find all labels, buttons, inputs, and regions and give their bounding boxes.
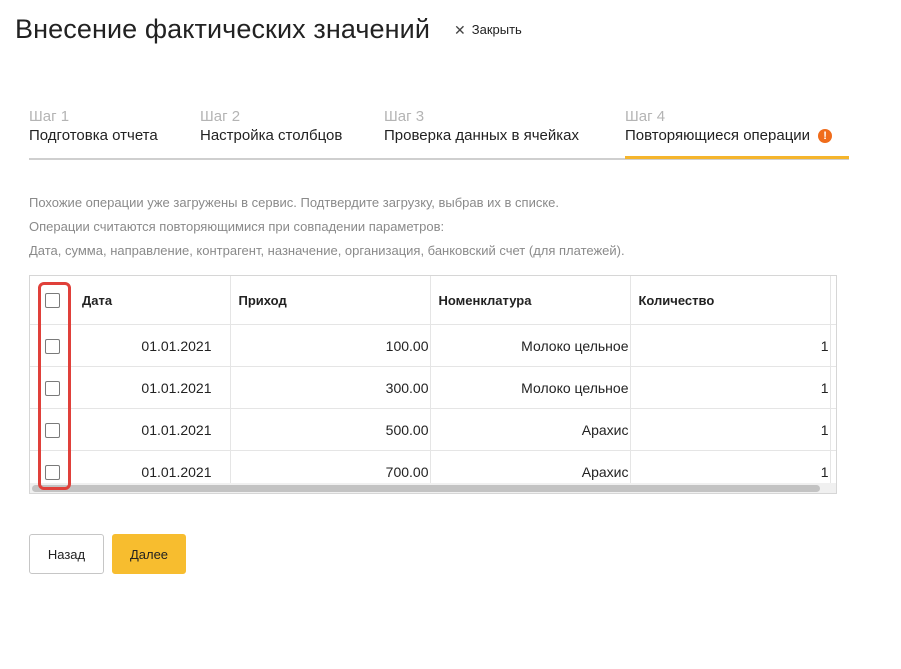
cell-item: Молоко цельное [430,366,631,409]
info-text: Похожие операции уже загружены в сервис.… [29,191,625,263]
row-checkbox-cell [30,408,74,451]
scrollbar-thumb[interactable] [32,485,820,492]
row-checkbox-cell [30,324,74,367]
step-name: Настройка столбцов [200,127,343,144]
row-checkbox[interactable] [44,380,60,396]
wizard-steps: Шаг 1 Подготовка отчета Шаг 2 Настройка … [29,108,849,160]
cell-extra [830,324,836,367]
row-checkbox[interactable] [44,422,60,438]
table-row[interactable]: 01.01.2021 500.00 Арахис 1 [30,408,836,451]
cell-date: 01.01.2021 [74,366,231,409]
step-number: Шаг 1 [29,108,70,125]
table-header-row: Дата Приход Номенклатура Количество [30,276,836,325]
step-1-tab[interactable]: Шаг 1 Подготовка отчета [29,108,158,158]
next-button[interactable]: Далее [112,534,186,574]
close-button[interactable]: ✕ Закрыть [454,22,522,37]
cell-extra [830,408,836,451]
horizontal-scrollbar[interactable] [30,483,836,493]
column-header-qty[interactable]: Количество [630,276,831,325]
close-icon: ✕ [454,21,466,38]
row-checkbox[interactable] [44,464,60,480]
cell-income: 500.00 [230,408,431,451]
warning-icon: ! [818,129,833,143]
step-4-tab[interactable]: Шаг 4 Повторяющиеся операции! [625,108,849,159]
cell-date: 01.01.2021 [74,324,231,367]
select-all-cell [30,276,74,325]
cell-income: 100.00 [230,324,431,367]
column-header-item[interactable]: Номенклатура [430,276,631,325]
step-name: Подготовка отчета [29,127,158,144]
cell-qty: 1 [630,324,831,367]
cell-item: Молоко цельное [430,324,631,367]
info-line: Операции считаются повторяющимися при со… [29,219,445,234]
select-all-checkbox[interactable] [44,293,60,309]
cell-date: 01.01.2021 [74,408,231,451]
cell-income: 300.00 [230,366,431,409]
table-row[interactable]: 01.01.2021 300.00 Молоко цельное 1 [30,366,836,409]
page-title: Внесение фактических значений [15,14,431,44]
step-2-tab[interactable]: Шаг 2 Настройка столбцов [200,108,342,158]
step-3-tab[interactable]: Шаг 3 Проверка данных в ячейках [384,108,579,158]
cell-qty: 1 [630,366,831,409]
cell-qty: 1 [630,408,831,451]
row-checkbox[interactable] [44,338,60,354]
cell-item: Арахис [430,408,631,451]
step-number: Шаг 2 [200,108,241,125]
table-row[interactable]: 01.01.2021 100.00 Молоко цельное 1 [30,324,836,367]
step-name-text: Повторяющиеся операции [625,127,811,144]
cell-extra [830,366,836,409]
step-number: Шаг 4 [625,108,666,125]
close-label: Закрыть [471,22,522,37]
column-header-date[interactable]: Дата [74,276,231,325]
row-checkbox-cell [30,366,74,409]
back-button[interactable]: Назад [29,534,104,574]
info-line: Похожие операции уже загружены в сервис.… [29,195,560,210]
step-number: Шаг 3 [384,108,425,125]
column-header-income[interactable]: Приход [230,276,431,325]
step-name: Повторяющиеся операции! [625,127,849,144]
info-line: Дата, сумма, направление, контрагент, на… [29,243,625,258]
column-header-extra [830,276,836,325]
duplicates-table: Дата Приход Номенклатура Количество 01.0… [29,275,837,494]
step-name: Проверка данных в ячейках [384,127,579,144]
